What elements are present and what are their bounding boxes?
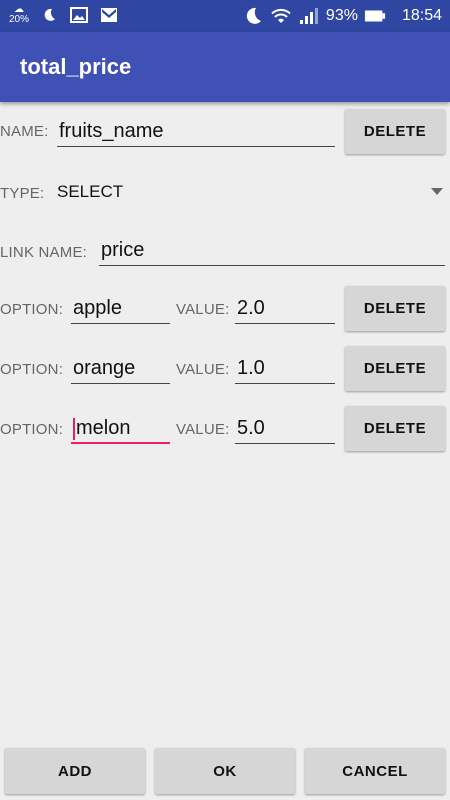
weather-temp: 20% — [8, 14, 29, 25]
option-row: OPTION: orange VALUE: 1.0 DELETE — [0, 345, 450, 407]
option-row: OPTION: apple VALUE: 2.0 DELETE — [0, 285, 450, 347]
value-label: VALUE: — [176, 301, 230, 318]
ok-button[interactable]: OK — [155, 748, 295, 794]
signal-icon — [298, 6, 320, 26]
name-label: NAME: — [0, 123, 49, 140]
name-input[interactable]: fruits_name — [57, 115, 335, 147]
option-input-text: melon — [76, 417, 131, 439]
link-name-input[interactable]: price — [99, 234, 445, 266]
name-row: NAME: fruits_name DELETE — [0, 108, 450, 170]
add-button[interactable]: ADD — [5, 748, 145, 794]
battery-percent: 93% — [325, 7, 358, 24]
cancel-button[interactable]: CANCEL — [305, 748, 445, 794]
text-cursor — [73, 417, 75, 440]
delete-name-button[interactable]: DELETE — [345, 109, 445, 154]
option-row: OPTION: melon VALUE: 5.0 DELETE — [0, 405, 450, 467]
dropdown-arrow-icon[interactable] — [431, 188, 443, 195]
value-label: VALUE: — [176, 361, 230, 378]
page-title: total_price — [20, 54, 132, 79]
value-input[interactable]: 5.0 — [235, 412, 335, 444]
value-label: VALUE: — [176, 421, 230, 438]
image-icon — [68, 5, 90, 25]
type-select[interactable]: SELECT — [57, 182, 123, 202]
status-bar: ☁ 20% 93% 18:54 — [0, 0, 450, 32]
option-label: OPTION: — [0, 361, 64, 378]
value-input[interactable]: 2.0 — [235, 292, 335, 324]
option-input[interactable]: apple — [71, 292, 170, 324]
delete-option-button[interactable]: DELETE — [345, 286, 445, 331]
option-input-focused[interactable]: melon — [71, 412, 170, 444]
option-label: OPTION: — [0, 421, 64, 438]
wifi-icon — [270, 6, 292, 26]
clock: 18:54 — [401, 7, 442, 24]
type-label: TYPE: — [0, 185, 45, 202]
delete-option-button[interactable]: DELETE — [345, 346, 445, 391]
gmail-icon — [98, 5, 120, 25]
battery-icon — [364, 6, 386, 26]
value-input[interactable]: 1.0 — [235, 352, 335, 384]
do-not-disturb-moon-icon — [242, 6, 264, 26]
app-bar: total_price — [0, 32, 450, 102]
type-row: TYPE: SELECT — [0, 170, 450, 232]
link-name-row: LINK NAME: price — [0, 228, 450, 290]
link-name-label: LINK NAME: — [0, 244, 88, 261]
moon-icon — [38, 5, 60, 25]
option-label: OPTION: — [0, 301, 64, 318]
option-input[interactable]: orange — [71, 352, 170, 384]
weather-icon: ☁ 20% — [8, 4, 29, 25]
delete-option-button[interactable]: DELETE — [345, 406, 445, 451]
